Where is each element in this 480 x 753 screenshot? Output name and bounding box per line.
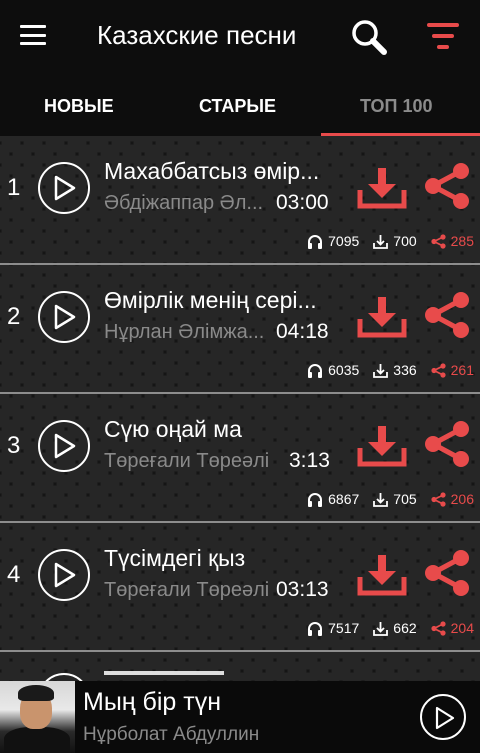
player-play-button[interactable] (420, 694, 466, 740)
plays-stat: 7095 (307, 233, 359, 249)
play-icon (54, 175, 76, 201)
song-row-partial[interactable] (0, 651, 480, 681)
song-artist: Нұрлан Әлімжа... (104, 321, 265, 343)
shares-count: 206 (450, 491, 474, 507)
song-duration: 03:13 (276, 578, 329, 601)
tab-bar: НОВЫЕ СТАРЫЕ ТОП 100 (0, 72, 480, 136)
search-icon[interactable] (350, 18, 388, 56)
sort-filter-icon[interactable] (427, 23, 459, 49)
song-rank: 3 (7, 432, 21, 459)
downloads-count: 662 (393, 620, 417, 636)
download-small-icon (373, 492, 389, 507)
now-playing-title: Мың бір түн (83, 688, 222, 716)
plays-count: 7517 (328, 620, 360, 636)
shares-stat: 204 (431, 620, 474, 636)
tab-new[interactable]: НОВЫЕ (44, 96, 114, 117)
song-stats: 6035 336 261 (293, 361, 474, 379)
plays-stat: 6867 (307, 491, 359, 507)
song-row[interactable]: 2 Өмірлік менің сері... Нұрлан Әлімжа...… (0, 265, 480, 394)
shares-count: 285 (450, 233, 474, 249)
song-artist: Төреғали Төреәлі (104, 450, 270, 472)
share-small-icon (431, 620, 446, 636)
hamburger-menu-icon[interactable] (20, 25, 46, 45)
plays-count: 6035 (328, 362, 360, 378)
shares-stat: 261 (431, 362, 474, 378)
song-title: Өмірлік менің сері... (104, 287, 317, 313)
share-icon[interactable] (423, 420, 471, 468)
headphones-icon (308, 363, 323, 378)
download-icon[interactable] (357, 295, 407, 339)
downloads-count: 700 (393, 233, 417, 249)
song-duration: 3:13 (289, 449, 330, 472)
tab-old[interactable]: СТАРЫЕ (199, 96, 276, 117)
song-artist: Әбдіжаппар Әл... (104, 192, 264, 214)
share-small-icon (431, 491, 446, 507)
album-cover (0, 681, 75, 753)
song-duration: 03:00 (276, 191, 329, 214)
song-rank: 4 (7, 561, 21, 588)
play-button[interactable] (38, 420, 90, 472)
song-list: 1 Махаббатсыз өмір... Әбдіжаппар Әл... 0… (0, 136, 480, 652)
song-title: Түсімдегі қыз (104, 545, 246, 571)
song-rank: 2 (7, 303, 21, 330)
song-row[interactable]: 4 Түсімдегі қыз Төреғали Төреәлі 03:13 7… (0, 523, 480, 652)
song-row[interactable]: 3 Сүю оңай ма Төреғали Төреәлі 3:13 6867 (0, 394, 480, 523)
song-title: Махаббатсыз өмір... (104, 158, 320, 184)
play-icon (54, 304, 76, 330)
downloads-count: 705 (393, 491, 417, 507)
download-small-icon (373, 234, 389, 249)
song-stats: 7517 662 204 (293, 619, 474, 637)
share-icon[interactable] (423, 162, 471, 210)
play-button[interactable] (38, 291, 90, 343)
shares-count: 261 (450, 362, 474, 378)
share-small-icon (431, 362, 446, 378)
tab-top-100[interactable]: ТОП 100 (360, 96, 433, 117)
song-stats: 6867 705 206 (293, 490, 474, 508)
plays-count: 6867 (328, 491, 360, 507)
share-icon[interactable] (423, 291, 471, 339)
now-playing-artist: Нұрболат Абдуллин (83, 724, 260, 745)
share-icon[interactable] (423, 549, 471, 597)
plays-count: 7095 (328, 233, 360, 249)
app-header: Казахские песни (0, 0, 480, 72)
downloads-stat: 700 (373, 233, 417, 249)
downloads-stat: 336 (373, 362, 417, 378)
play-button[interactable] (38, 162, 90, 214)
song-stats: 7095 700 285 (293, 232, 474, 250)
shares-count: 204 (450, 620, 474, 636)
download-small-icon (373, 363, 389, 378)
plays-stat: 7517 (307, 620, 359, 636)
plays-stat: 6035 (307, 362, 359, 378)
now-playing-bar[interactable]: Мың бір түн Нұрболат Абдуллин (0, 681, 480, 753)
song-title-cutoff (104, 671, 224, 675)
headphones-icon (308, 492, 323, 507)
song-artist: Төреғали Төреәлі (104, 579, 270, 601)
song-rank: 1 (7, 174, 21, 201)
song-title: Сүю оңай ма (104, 416, 242, 442)
download-icon[interactable] (357, 424, 407, 468)
download-icon[interactable] (357, 553, 407, 597)
download-icon[interactable] (357, 166, 407, 210)
headphones-icon (308, 234, 323, 249)
play-icon (54, 562, 76, 588)
page-title: Казахские песни (97, 20, 297, 50)
play-icon (54, 433, 76, 459)
downloads-stat: 705 (373, 491, 417, 507)
headphones-icon (308, 621, 323, 636)
song-row[interactable]: 1 Махаббатсыз өмір... Әбдіжаппар Әл... 0… (0, 136, 480, 265)
download-small-icon (373, 621, 389, 636)
shares-stat: 206 (431, 491, 474, 507)
play-button[interactable] (38, 549, 90, 601)
play-icon (435, 706, 455, 730)
song-duration: 04:18 (276, 320, 329, 343)
play-button[interactable] (38, 673, 90, 681)
share-small-icon (431, 233, 446, 249)
shares-stat: 285 (431, 233, 474, 249)
downloads-stat: 662 (373, 620, 417, 636)
downloads-count: 336 (393, 362, 417, 378)
